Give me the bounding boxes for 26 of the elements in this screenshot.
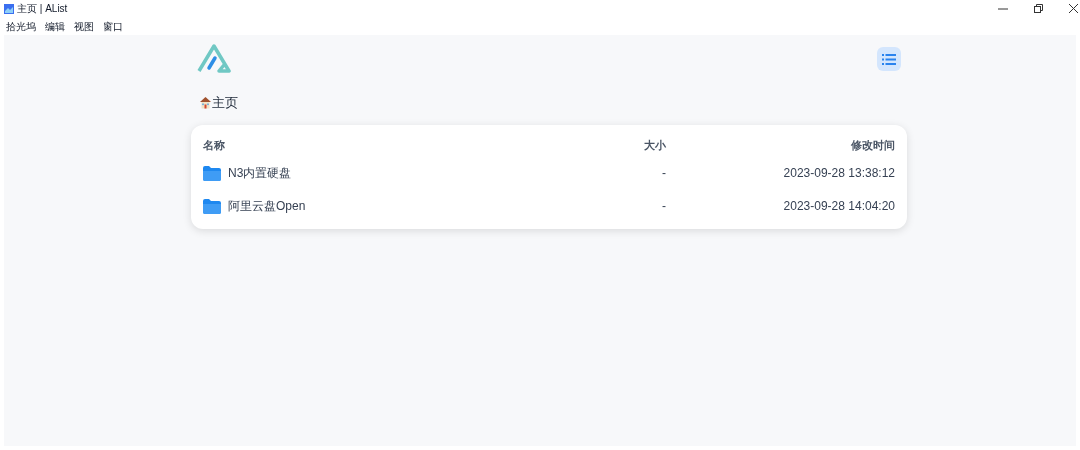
breadcrumb-link[interactable]: 主页: [212, 93, 238, 113]
file-name: 阿里云盘Open: [228, 198, 306, 215]
restore-icon[interactable]: [1034, 4, 1043, 13]
column-header: 名称: [203, 138, 226, 154]
list-view-button[interactable]: [877, 47, 901, 71]
menu-item[interactable]: 窗口: [103, 18, 123, 34]
folder-icon: [203, 165, 221, 181]
modified-time: 2023-09-28 14:04:20: [782, 198, 895, 215]
menu-item[interactable]: 编辑: [45, 18, 65, 34]
file-size: -: [661, 198, 666, 215]
menu-item[interactable]: 拾光坞: [6, 18, 36, 34]
file-name: N3内置硬盘: [228, 165, 292, 182]
close-icon[interactable]: [1069, 4, 1078, 13]
window-title: 主页 | AList: [17, 2, 68, 16]
house-icon: [199, 96, 212, 110]
column-header: 大小: [643, 138, 666, 154]
file-size: -: [661, 165, 666, 182]
file-row[interactable]: 阿里云盘Open - 2023-09-28 14:04:20: [191, 189, 907, 223]
column-header: 修改时间: [850, 138, 895, 154]
modified-time: 2023-09-28 13:38:12: [782, 165, 895, 182]
file-row[interactable]: N3内置硬盘 - 2023-09-28 13:38:12: [191, 156, 907, 190]
list-icon: [882, 53, 896, 65]
logo-icon: [197, 43, 231, 73]
folder-icon: [203, 198, 221, 214]
menu-item[interactable]: 视图: [74, 18, 94, 34]
app-icon: [4, 3, 14, 14]
